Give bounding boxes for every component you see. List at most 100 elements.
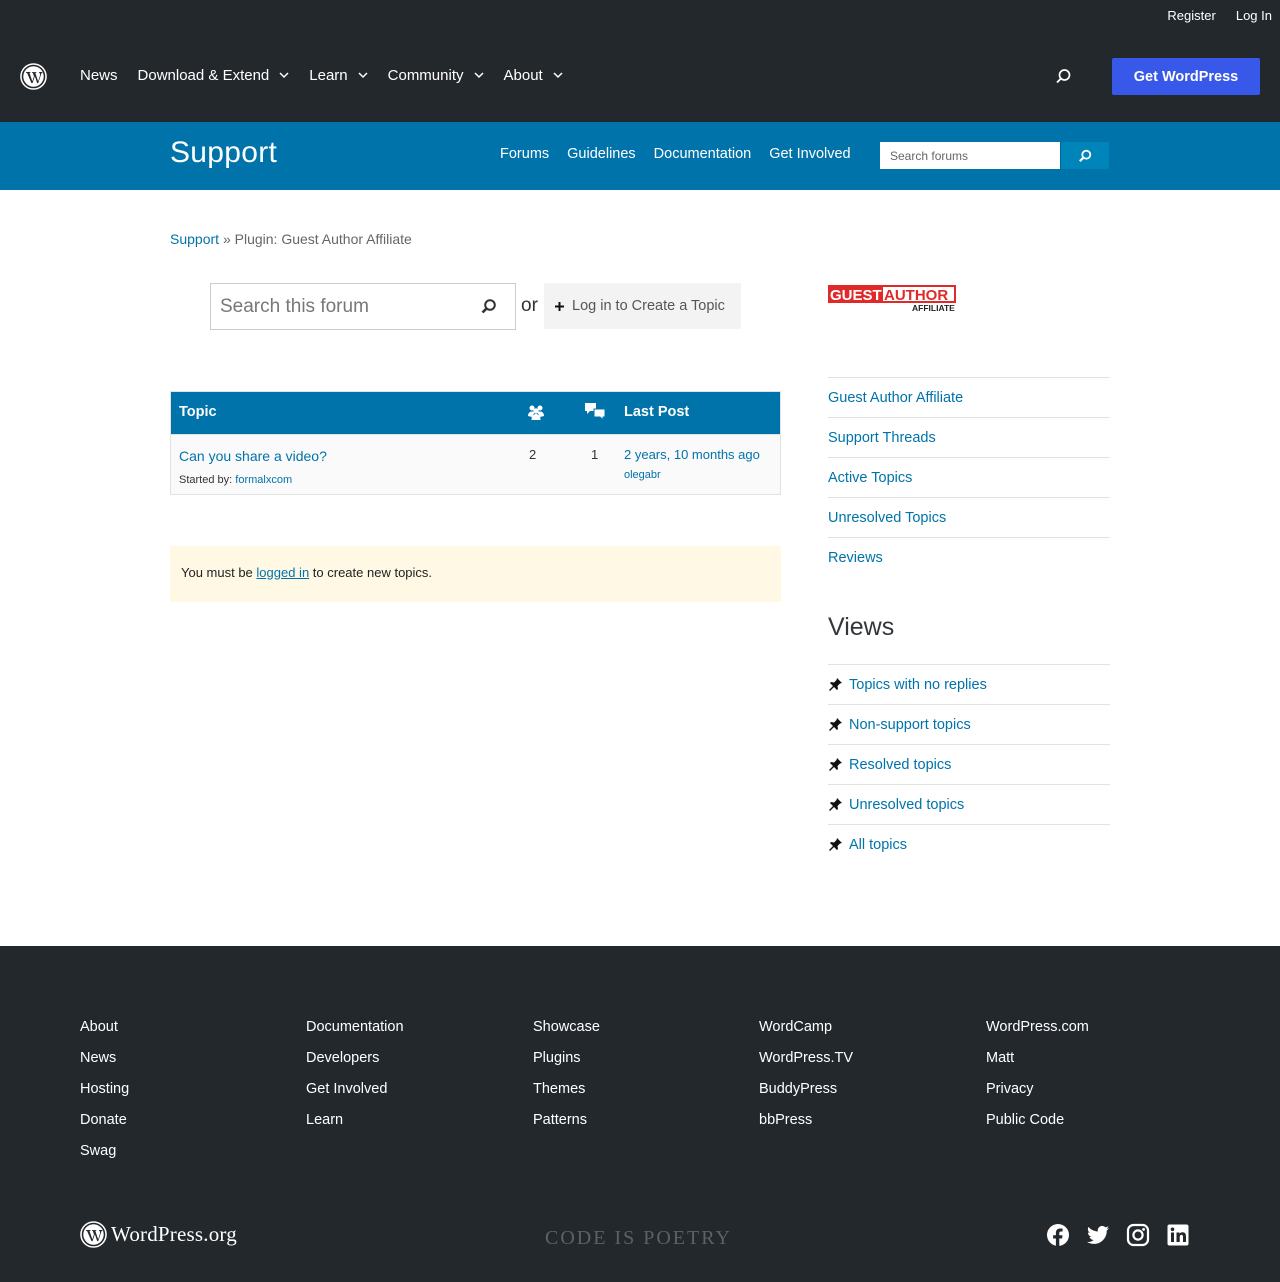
footer-link[interactable]: WordPress.TV [759, 1049, 853, 1068]
forum-search-input[interactable] [211, 284, 471, 329]
view-label: Resolved topics [849, 756, 952, 773]
support-navigation: Forums Guidelines Documentation Get Invo… [500, 146, 851, 162]
topic-voices-count: 2 [529, 447, 537, 462]
breadcrumb-support-link[interactable]: Support [170, 231, 219, 247]
nav-about[interactable]: About [504, 67, 563, 84]
forum-search-box [210, 283, 516, 330]
table-header: Topic Last Post [171, 392, 780, 435]
footer-link[interactable]: Swag [80, 1142, 129, 1161]
wordpress-logo-icon[interactable] [20, 63, 47, 90]
support-title[interactable]: Support [170, 136, 277, 170]
instagram-icon[interactable] [1126, 1223, 1150, 1247]
twitter-icon[interactable] [1086, 1223, 1110, 1247]
create-topic-button[interactable]: Log in to Create a Topic [544, 283, 741, 329]
logo-guest-text: GUEST [830, 287, 882, 304]
nav-learn[interactable]: Learn [309, 67, 368, 84]
sidebar-link-plugin-page[interactable]: Guest Author Affiliate [828, 377, 1110, 417]
footer-link[interactable]: bbPress [759, 1111, 853, 1130]
topic-title-link[interactable]: Can you share a video? [179, 448, 327, 464]
view-label: Topics with no replies [849, 676, 987, 693]
footer-column-5: WordPress.com Matt Privacy Public Code [986, 1018, 1089, 1130]
logged-in-link[interactable]: logged in [256, 565, 309, 580]
footer-column-3: Showcase Plugins Themes Patterns [533, 1018, 600, 1130]
register-link[interactable]: Register [1167, 8, 1215, 23]
search-icon[interactable] [480, 298, 497, 315]
footer-link[interactable]: Privacy [986, 1080, 1089, 1099]
support-bar: Support Forums Guidelines Documentation … [0, 122, 1280, 190]
view-label: All topics [849, 836, 908, 853]
plugin-logo-icon[interactable]: GUEST AUTHOR AFFILIATE [828, 285, 956, 312]
nav-community[interactable]: Community [388, 67, 484, 84]
support-nav-documentation[interactable]: Documentation [654, 146, 752, 162]
wordpress-org-logo[interactable]: WordPress.org [80, 1221, 237, 1248]
footer-link[interactable]: Public Code [986, 1111, 1089, 1130]
footer-link[interactable]: WordCamp [759, 1018, 853, 1037]
view-item-no-replies[interactable]: Topics with no replies [828, 664, 1110, 704]
footer-column-2: Documentation Developers Get Involved Le… [306, 1018, 404, 1130]
notice-text-after: to create new topics. [309, 565, 433, 580]
views-list: Topics with no replies Non-support topic… [828, 664, 1110, 864]
nav-download-extend[interactable]: Download & Extend [138, 67, 290, 84]
voices-icon [528, 405, 544, 420]
last-post-time-link[interactable]: 2 years, 10 months ago [624, 447, 760, 462]
forums-search-input[interactable] [880, 142, 1060, 169]
table-row: Can you share a video? Started by: forma… [171, 435, 780, 494]
footer-link[interactable]: Learn [306, 1111, 404, 1130]
footer-link[interactable]: Developers [306, 1049, 404, 1068]
footer-link[interactable]: Donate [80, 1111, 129, 1130]
view-item-unresolved[interactable]: Unresolved topics [828, 784, 1110, 824]
search-icon [1079, 149, 1092, 162]
footer-link[interactable]: WordPress.com [986, 1018, 1089, 1037]
posts-icon [585, 403, 606, 422]
footer-link[interactable]: Matt [986, 1049, 1089, 1068]
view-label: Unresolved topics [849, 796, 965, 813]
views-heading: Views [828, 613, 895, 641]
plugin-links-list: Guest Author Affiliate Support Threads A… [828, 377, 1110, 577]
nav-label: Learn [309, 67, 348, 84]
last-post-author-link[interactable]: olegabr [624, 469, 661, 481]
site-footer: About News Hosting Donate Swag Documenta… [0, 946, 1280, 1282]
breadcrumb-current: Plugin: Guest Author Affiliate [234, 231, 412, 247]
support-nav-get-involved[interactable]: Get Involved [769, 146, 850, 162]
search-icon[interactable] [1055, 68, 1072, 85]
sidebar-link-support-threads[interactable]: Support Threads [828, 417, 1110, 457]
footer-link[interactable]: Themes [533, 1080, 600, 1099]
footer-link[interactable]: BuddyPress [759, 1080, 853, 1099]
breadcrumb-separator: » [222, 231, 231, 247]
footer-link[interactable]: Plugins [533, 1049, 600, 1068]
notice-text-before: You must be [181, 565, 257, 580]
view-item-resolved[interactable]: Resolved topics [828, 744, 1110, 784]
pin-icon [829, 678, 842, 691]
linkedin-icon[interactable] [1166, 1223, 1190, 1247]
forums-search-button[interactable] [1060, 142, 1109, 169]
global-header: Register Log In News Download & Extend L… [0, 0, 1280, 122]
nav-label: Community [387, 67, 464, 84]
sidebar-link-reviews[interactable]: Reviews [828, 537, 1110, 577]
social-links [1046, 1223, 1190, 1247]
footer-link[interactable]: News [80, 1049, 129, 1068]
footer-link[interactable]: Patterns [533, 1111, 600, 1130]
sidebar-link-unresolved-topics[interactable]: Unresolved Topics [828, 497, 1110, 537]
sidebar-link-active-topics[interactable]: Active Topics [828, 457, 1110, 497]
forums-search-form [880, 142, 1109, 169]
footer-link[interactable]: Get Involved [306, 1080, 404, 1099]
chevron-down-icon [279, 72, 289, 79]
get-wordpress-button[interactable]: Get WordPress [1112, 58, 1260, 95]
login-notice: You must be logged in to create new topi… [170, 546, 781, 602]
view-item-non-support[interactable]: Non-support topics [828, 704, 1110, 744]
support-nav-guidelines[interactable]: Guidelines [567, 146, 636, 162]
footer-column-4: WordCamp WordPress.TV BuddyPress bbPress [759, 1018, 853, 1130]
footer-link[interactable]: About [80, 1018, 129, 1037]
facebook-icon[interactable] [1046, 1223, 1070, 1247]
footer-link[interactable]: Documentation [306, 1018, 404, 1037]
nav-news[interactable]: News [80, 67, 118, 84]
footer-link[interactable]: Showcase [533, 1018, 600, 1037]
view-item-all-topics[interactable]: All topics [828, 824, 1110, 864]
topic-author-link[interactable]: formalxcom [235, 474, 292, 486]
view-label: Non-support topics [849, 716, 971, 733]
footer-link[interactable]: Hosting [80, 1080, 129, 1099]
chevron-down-icon [473, 72, 484, 79]
support-nav-forums[interactable]: Forums [500, 146, 549, 162]
login-link[interactable]: Log In [1236, 8, 1272, 23]
plus-icon [555, 301, 564, 311]
